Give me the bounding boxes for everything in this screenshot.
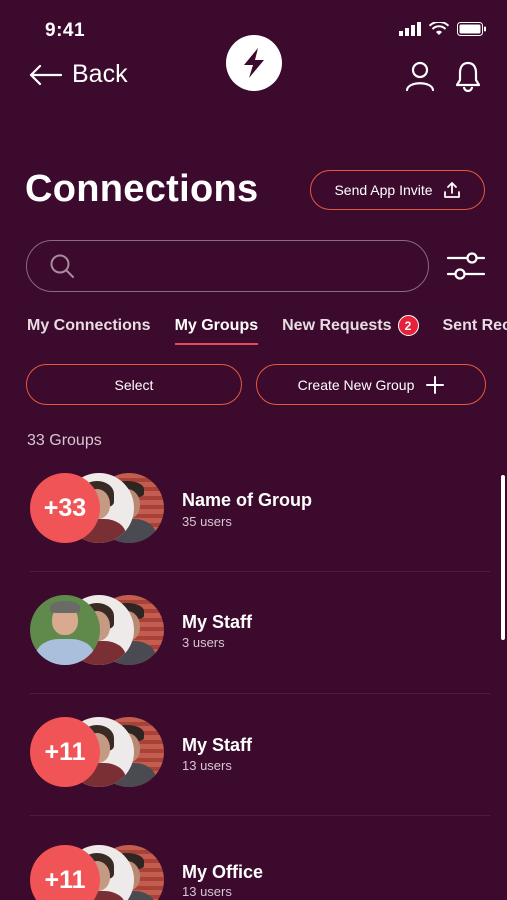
tab-my-connections[interactable]: My Connections [27,315,151,336]
group-name: Name of Group [182,490,313,510]
group-name: My Office [182,862,264,882]
share-icon [443,182,460,198]
tab-label: New Requests [282,316,392,334]
divider [30,815,490,816]
bell-icon[interactable] [453,60,483,92]
back-button[interactable]: Back [28,60,128,89]
plus-icon [426,375,445,394]
signal-icon [399,22,421,36]
avatar-stack: +11 [30,845,170,900]
group-row[interactable]: +11 My Staff 13 users [0,717,490,837]
search-icon [50,254,74,278]
group-row[interactable]: +11 My Office 13 users [0,845,490,900]
groups-count: 33 Groups [27,432,102,449]
tab-sent-requests[interactable]: Sent Rec [443,315,507,336]
group-user-count: 35 users [182,514,232,529]
requests-count-badge: 2 [397,315,419,336]
tab-label: My Groups [174,316,259,334]
group-row[interactable]: My Staff 3 users [0,595,490,715]
group-user-count: 13 users [182,758,232,773]
tab-label: My Connections [27,316,151,334]
group-user-count: 3 users [182,635,225,650]
send-app-invite-button[interactable]: Send App Invite [310,170,485,210]
group-name: My Staff [182,612,253,632]
create-new-group-button[interactable]: Create New Group [256,364,486,405]
page-title: Connections [25,168,259,210]
scrollbar[interactable] [501,475,505,640]
avatar-stack: +11 [30,717,170,789]
back-label: Back [72,60,128,88]
group-user-count: 13 users [182,884,232,899]
back-arrow-icon [29,64,62,85]
more-members-badge: +33 [30,473,100,543]
battery-icon [457,22,486,36]
wifi-icon [429,22,449,35]
create-label: Create New Group [297,376,415,393]
app-logo[interactable] [226,35,282,91]
group-row[interactable]: +33 Name of Group 35 users [0,473,490,593]
lightning-logo-icon [244,48,264,78]
search-input[interactable] [85,256,409,276]
search-box[interactable] [26,240,429,292]
avatar-stack [30,595,170,667]
invite-label: Send App Invite [334,182,433,198]
group-name: My Staff [182,735,253,755]
tab-new-requests[interactable]: New Requests 2 [282,315,419,336]
user-icon[interactable] [404,60,436,92]
divider [30,693,490,694]
avatar-stack: +33 [30,473,170,545]
select-label: Select [114,376,154,393]
tab-label: Sent Rec [442,316,507,334]
more-members-badge: +11 [30,717,100,787]
select-button[interactable]: Select [26,364,242,405]
status-icons [399,22,487,36]
filter-sliders-icon[interactable] [446,250,486,282]
avatar [30,595,100,665]
divider [30,571,490,572]
tab-bar: My Connections My Groups New Requests 2 S… [27,315,507,345]
status-time: 9:41 [45,20,86,41]
tab-my-groups[interactable]: My Groups [174,315,259,345]
